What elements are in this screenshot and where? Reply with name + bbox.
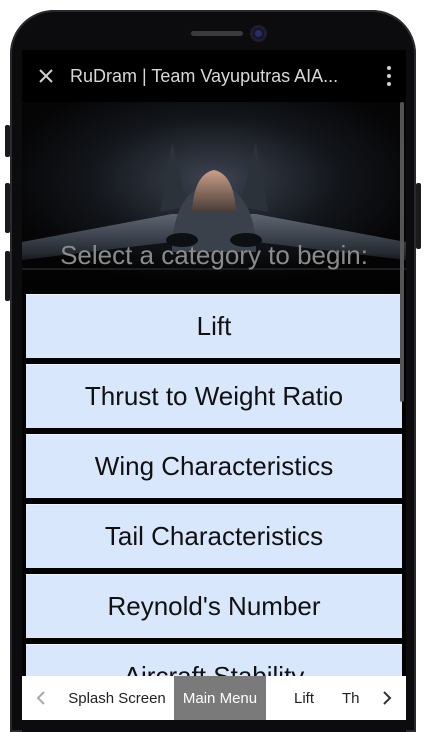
category-button-lift[interactable]: Lift [26, 294, 402, 358]
side-button-left-2 [5, 183, 10, 233]
tab-main-menu[interactable]: Main Menu [174, 676, 266, 720]
chevron-right-icon[interactable] [368, 676, 406, 720]
tab-splash-screen[interactable]: Splash Screen [60, 676, 174, 720]
front-camera-icon [250, 25, 267, 42]
chevron-left-icon[interactable] [22, 676, 60, 720]
app-title: RuDram | Team Vayuputras AIA... [70, 65, 339, 86]
screen-bottom-bezel [22, 720, 406, 732]
screen-tab-bar: Splash Screen Main Menu Lift Th [22, 676, 406, 720]
category-button-thrust-to-weight[interactable]: Thrust to Weight Ratio [26, 364, 402, 428]
side-button-left-3 [5, 251, 10, 301]
tab-lift[interactable]: Lift [266, 676, 342, 720]
more-vert-icon[interactable] [386, 66, 392, 86]
tab-thrust[interactable]: Th [342, 676, 368, 720]
close-icon[interactable] [22, 50, 70, 102]
app-bar: RuDram | Team Vayuputras AIA... [22, 50, 406, 102]
speaker-grille [191, 31, 243, 36]
category-list: Lift Thrust to Weight Ratio Wing Charact… [26, 294, 402, 714]
app-screen: RuDram | Team Vayuputras AIA... Select a… [22, 50, 406, 732]
category-button-tail[interactable]: Tail Characteristics [26, 504, 402, 568]
side-button-right [416, 183, 421, 249]
side-button-left-1 [5, 125, 10, 157]
category-button-wing[interactable]: Wing Characteristics [26, 434, 402, 498]
category-prompt: Select a category to begin: [60, 240, 368, 270]
category-button-reynolds[interactable]: Reynold's Number [26, 574, 402, 638]
